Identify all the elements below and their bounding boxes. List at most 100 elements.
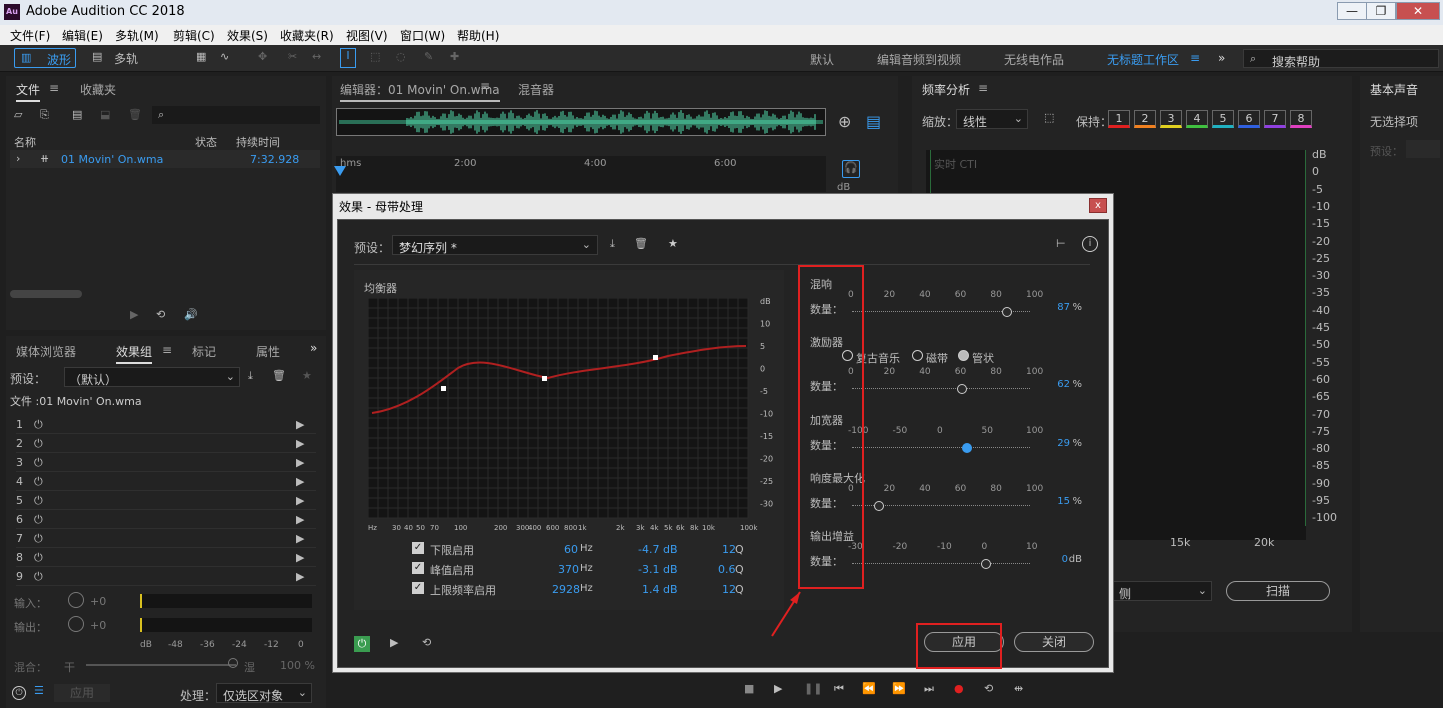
loop-playback-icon[interactable]: ⟲ [984,682,993,695]
widener-value[interactable]: 29 [1057,438,1070,449]
effects-menu-icon[interactable]: ≡ [162,343,172,357]
multitrack-view-button[interactable]: ▤ 多轨 [86,48,148,68]
effect-slot[interactable]: 5 ⏻ ▶ [16,491,316,510]
effect-slot[interactable]: 9 ⏻ ▶ [16,567,316,586]
eq-handle-low[interactable] [441,386,446,391]
play-icon[interactable]: ▶ [130,308,138,321]
workspace-default[interactable]: 默认 [810,51,834,68]
power-icon[interactable]: ⏻ [34,551,43,565]
dialog-power-icon[interactable]: ⏻ [354,636,370,652]
preview-play-icon[interactable]: ▶ [390,636,398,649]
effect-slot[interactable]: 8 ⏻ ▶ [16,548,316,567]
playhead-marker[interactable] [334,166,346,176]
process-select[interactable]: 仅选区对象 ⌄ [216,683,312,703]
eq-db-value[interactable]: -4.7 dB [638,543,678,556]
slider-track[interactable] [852,558,1030,564]
workspace-untitled[interactable]: 无标题工作区 [1107,51,1179,68]
power-icon[interactable]: ⏻ [34,475,43,489]
effect-slot[interactable]: 1 ⏻ ▶ [16,415,316,434]
lasso-tool-icon[interactable]: ◌ [396,50,406,63]
effect-slot[interactable]: 3 ⏻ ▶ [16,453,316,472]
slot-expand-icon[interactable]: ▶ [296,418,304,431]
slider-handle[interactable] [961,443,972,453]
delete-preset-icon[interactable]: 🗑 [634,237,648,250]
play-icon[interactable]: ▶ [774,682,782,695]
download-preset-icon[interactable]: ⤓ [610,237,615,251]
loudness-value[interactable]: 15 [1057,496,1070,507]
file-row[interactable]: › ⧺ 01 Movin' On.wma 7:32.928 [10,150,320,168]
input-knob[interactable] [68,592,84,608]
waveform-view-button[interactable]: ▥ 波形 [14,48,76,68]
slot-expand-icon[interactable]: ▶ [296,570,304,583]
skip-selection-icon[interactable]: ⇹ [1014,682,1023,695]
power-icon[interactable]: ⏻ [34,456,43,470]
move-to-end-icon[interactable]: ⏭ [924,682,934,696]
tab-favorites[interactable]: 收藏夹 [80,81,116,98]
rack-power-icon[interactable]: ⏻ [12,686,26,700]
preview-loop-icon[interactable]: ⟲ [422,636,431,649]
favorite-star-icon[interactable]: ★ [668,237,678,250]
dialog-close-button[interactable]: x [1089,198,1107,213]
open-file-icon[interactable]: ▱ [14,108,22,121]
hold-button-7[interactable]: 7 [1264,110,1286,128]
eq-q-value[interactable]: 12 [722,583,736,596]
menu-view[interactable]: 视图(V) [346,27,388,44]
tab-files[interactable]: 文件 [16,81,41,102]
marquee-tool-icon[interactable]: ⬚ [370,50,380,63]
power-icon[interactable]: ⏻ [34,532,43,546]
column-status[interactable]: 状态 [195,134,217,150]
column-duration[interactable]: 持续时间 [236,134,280,150]
column-name[interactable]: 名称 [14,134,36,150]
workspace-menu-icon[interactable]: ≡ [1190,51,1200,65]
horizontal-scrollbar[interactable] [10,290,82,298]
pause-icon[interactable]: ❚❚ [804,682,822,695]
eq-graph[interactable]: dB1050-5-10-15-20-25-30 Hz 30 40 50 70 100 200… [368,298,780,534]
essential-preset-select[interactable] [1406,140,1440,158]
delete-preset-icon[interactable]: 🗑 [272,369,286,382]
move-to-start-icon[interactable]: ⏮ [834,682,844,696]
eq-handle-peak[interactable] [542,376,547,381]
menu-clip[interactable]: 剪辑(C) [173,27,215,44]
healing-tool-icon[interactable]: ✚ [450,50,459,63]
list-icon[interactable]: ☰ [34,684,44,697]
effect-slot[interactable]: 2 ⏻ ▶ [16,434,316,453]
tab-properties[interactable]: 属性 [256,343,280,360]
favorite-star-icon[interactable]: ★ [302,369,312,382]
menu-window[interactable]: 窗口(W) [400,27,445,44]
razor-tool-icon[interactable]: ✂ [288,50,297,63]
hold-button-3[interactable]: 3 [1160,110,1182,128]
zoom-select[interactable]: 线性 ⌄ [956,109,1028,129]
output-knob[interactable] [68,616,84,632]
files-search-input[interactable]: ⌕ [152,106,320,124]
delete-icon[interactable]: 🗑 [128,108,142,121]
freq-menu-icon[interactable]: ≡ [978,81,988,95]
expand-icon[interactable]: › [16,152,20,165]
eq-peak-checkbox[interactable]: ✓ [412,562,424,574]
info-icon[interactable]: i [1082,236,1098,252]
slot-expand-icon[interactable]: ▶ [296,551,304,564]
restore-button[interactable]: ❐ [1366,2,1396,20]
crosshair-toggle-icon[interactable]: ⬚ [1044,111,1054,124]
eq-q-value[interactable]: 12 [722,543,736,556]
preset-select[interactable]: （默认） ⌄ [64,367,240,387]
zoom-icon[interactable]: ⊕ [838,112,851,131]
slider-handle[interactable] [873,501,884,511]
import-file-icon[interactable]: ⎘ [40,108,49,122]
files-panel-menu-icon[interactable]: ≡ [49,81,59,95]
slider-handle[interactable] [980,559,991,569]
save-preset-icon[interactable]: ⤓ [248,369,253,383]
headphones-icon[interactable]: 🎧 [842,160,860,178]
effect-slot[interactable]: 7 ⏻ ▶ [16,529,316,548]
eq-q-value[interactable]: 0.6 [718,563,736,576]
eq-high-checkbox[interactable]: ✓ [412,582,424,594]
tab-editor[interactable]: 编辑器：01 Movin' On.wma [340,81,500,102]
power-icon[interactable]: ⏻ [34,570,43,584]
fast-forward-icon[interactable]: ⏩ [892,682,906,695]
dialog-preset-select[interactable]: 梦幻序列 * ⌄ [392,235,598,255]
hold-button-4[interactable]: 4 [1186,110,1208,128]
more-tabs-icon[interactable]: » [310,341,317,355]
power-icon[interactable]: ⏻ [34,418,43,432]
minimize-button[interactable]: — [1337,2,1367,20]
mix-slider[interactable] [86,664,236,666]
slot-expand-icon[interactable]: ▶ [296,532,304,545]
